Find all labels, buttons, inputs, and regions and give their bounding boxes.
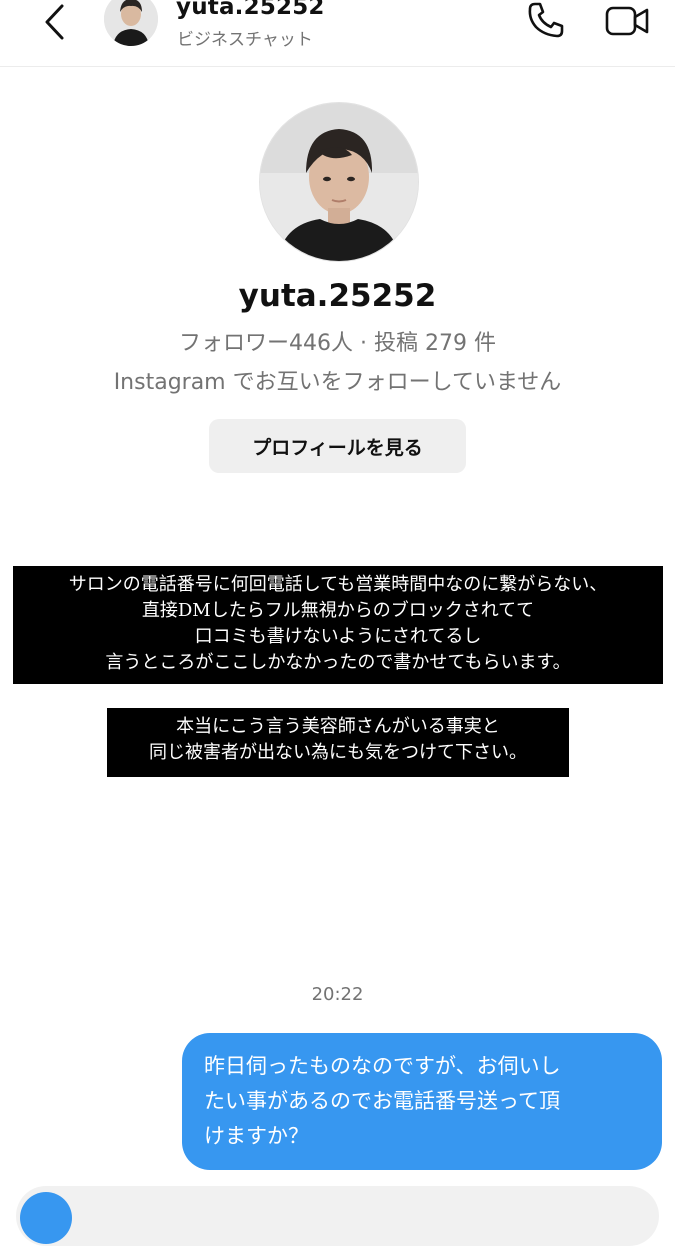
voice-call-button[interactable] [524, 0, 568, 40]
message-composer[interactable] [16, 1186, 659, 1246]
message-line: たい事があるのでお電話番号送って頂 [204, 1089, 560, 1113]
video-camera-icon [605, 6, 649, 36]
header-username[interactable]: yuta.25252 [176, 0, 325, 20]
profile-photo-icon [260, 103, 418, 261]
profile-avatar[interactable] [259, 102, 419, 262]
message-line: けますか？ [204, 1124, 309, 1148]
profile-username: yuta.25252 [238, 278, 437, 314]
caption-block-2: 本当にこう言う美容師さんがいる事実と 同じ被害者が出ない為にも気をつけて下さい。 [107, 708, 569, 777]
sent-message-bubble[interactable]: 昨日伺ったものなのですが、お伺いし たい事があるのでお電話番号送って頂 けますか… [182, 1033, 662, 1170]
message-timestamp: 20:22 [311, 984, 364, 1005]
caption-block-1: サロンの電話番号に何回電話しても営業時間中なのに繋がらない、 直接DMしたらフル… [13, 566, 663, 684]
message-line: 昨日伺ったものなのですが、お伺いし [204, 1054, 561, 1078]
video-call-button[interactable] [602, 0, 652, 40]
chat-header: yuta.25252 ビジネスチャット [0, 0, 675, 67]
header-subtitle: ビジネスチャット [177, 30, 313, 50]
profile-stats: フォロワー446人 · 投稿 279 件 [179, 331, 496, 356]
avatar-photo-icon [104, 0, 158, 46]
caption-line: 本当にこう言う美容師さんがいる事実と [176, 716, 500, 737]
back-chevron-icon [45, 4, 64, 40]
caption-line: 言うところがここしかなかったので書かせてもらいます。 [105, 652, 571, 673]
back-button[interactable] [34, 0, 74, 44]
phone-icon [528, 2, 564, 38]
caption-line: 同じ被害者が出ない為にも気をつけて下さい。 [149, 742, 527, 763]
follow-status: Instagram でお互いをフォローしていません [113, 370, 562, 395]
view-profile-button[interactable]: プロフィールを見る [209, 419, 466, 473]
header-avatar[interactable] [104, 0, 158, 46]
caption-line: サロンの電話番号に何回電話しても営業時間中なのに繋がらない、 [68, 574, 608, 595]
caption-line: 口コミも書けないようにされてるし [194, 626, 482, 647]
caption-line: 直接DMしたらフル無視からのブロックされてて [141, 600, 535, 621]
